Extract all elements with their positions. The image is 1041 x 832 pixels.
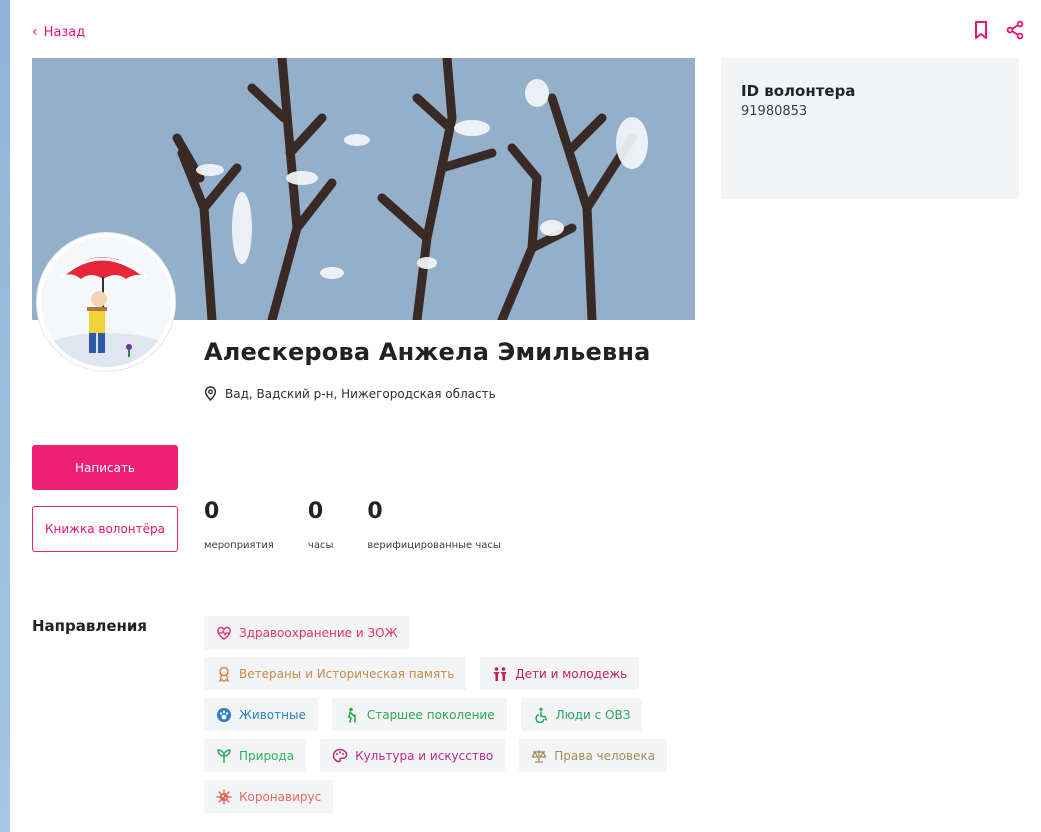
volunteer-book-button[interactable]: Книжка волонтёра bbox=[32, 506, 178, 552]
location: Вад, Вадский р-н, Нижегородская область bbox=[204, 386, 496, 401]
stat-label: мероприятия bbox=[204, 540, 274, 551]
elderly-icon bbox=[347, 707, 356, 723]
tag-label: Здравоохранение и ЗОЖ bbox=[239, 625, 398, 640]
tag-label: Культура и искусство bbox=[355, 748, 494, 763]
tag-nature[interactable]: Природа bbox=[204, 739, 307, 772]
tag-elderly[interactable]: Старшее поколение bbox=[331, 698, 507, 731]
tag-label: Старшее поколение bbox=[366, 707, 495, 722]
tag-label: Дети и молодежь bbox=[515, 666, 628, 681]
back-link[interactable]: ‹ Назад bbox=[32, 24, 85, 40]
volunteer-id-card: ID волонтера 91980853 bbox=[721, 58, 1019, 199]
avatar-illustration bbox=[41, 237, 171, 367]
tag-disabled[interactable]: Люди с ОВЗ bbox=[520, 698, 643, 731]
tag-label: Природа bbox=[239, 748, 295, 763]
stat-hours: 0 часы bbox=[307, 499, 334, 552]
stat-value: 0 bbox=[307, 499, 324, 524]
virus-icon bbox=[216, 788, 232, 805]
id-card-value: 91980853 bbox=[741, 104, 808, 119]
stat-value: 0 bbox=[204, 499, 220, 524]
tag-label: Коронавирус bbox=[239, 789, 322, 804]
palette-icon bbox=[332, 748, 348, 762]
top-actions bbox=[971, 20, 1025, 40]
stat-value: 0 bbox=[367, 499, 383, 524]
paw-icon bbox=[217, 707, 231, 722]
tag-label: Ветераны и Историческая память bbox=[239, 666, 455, 681]
stat-label: часы bbox=[307, 540, 334, 551]
tag-animals[interactable]: Животные bbox=[204, 698, 318, 731]
children-icon bbox=[493, 666, 507, 681]
stat-label: верифицированные часы bbox=[367, 540, 501, 551]
tag-human-rights[interactable]: Права человека bbox=[519, 739, 668, 772]
tag-health[interactable]: Здравоохранение и ЗОЖ bbox=[204, 616, 410, 649]
medal-icon bbox=[219, 666, 229, 682]
tag-culture[interactable]: Культура и искусство bbox=[320, 739, 506, 772]
tag-label: Права человека bbox=[554, 748, 656, 763]
back-label: Назад bbox=[43, 24, 86, 40]
tag-label: Животные bbox=[239, 707, 306, 722]
tag-coronavirus[interactable]: Коронавирус bbox=[204, 780, 334, 813]
sprout-icon bbox=[217, 748, 231, 763]
stat-events: 0 мероприятия bbox=[204, 499, 274, 552]
share-icon[interactable] bbox=[1005, 20, 1025, 40]
heart-pulse-icon bbox=[217, 626, 231, 640]
volunteer-profile-page: ‹ Назад Алескерова Анжела Эмильевна Вад,… bbox=[10, 0, 1041, 832]
scales-icon bbox=[531, 749, 547, 763]
id-card-title: ID волонтера bbox=[741, 82, 856, 100]
tag-children[interactable]: Дети и молодежь bbox=[480, 657, 640, 690]
avatar bbox=[37, 233, 175, 371]
volunteer-name: Алескерова Анжела Эмильевна bbox=[204, 338, 651, 366]
map-pin-icon bbox=[204, 386, 217, 401]
directions-tags: Здравоохранение и ЗОЖ Ветераны и Историч… bbox=[204, 616, 684, 813]
stats: 0 мероприятия 0 часы 0 верифицированные … bbox=[204, 499, 535, 552]
location-text: Вад, Вадский р-н, Нижегородская область bbox=[225, 386, 496, 401]
bookmark-icon[interactable] bbox=[971, 20, 991, 40]
write-message-button[interactable]: Написать bbox=[32, 445, 178, 490]
wheelchair-icon bbox=[534, 707, 547, 723]
stat-verified-hours: 0 верифицированные часы bbox=[367, 499, 501, 552]
tag-label: Люди с ОВЗ bbox=[555, 707, 631, 722]
chevron-left-icon: ‹ bbox=[32, 24, 38, 40]
directions-title: Направления bbox=[32, 617, 148, 635]
tag-veterans[interactable]: Ветераны и Историческая память bbox=[204, 657, 467, 690]
